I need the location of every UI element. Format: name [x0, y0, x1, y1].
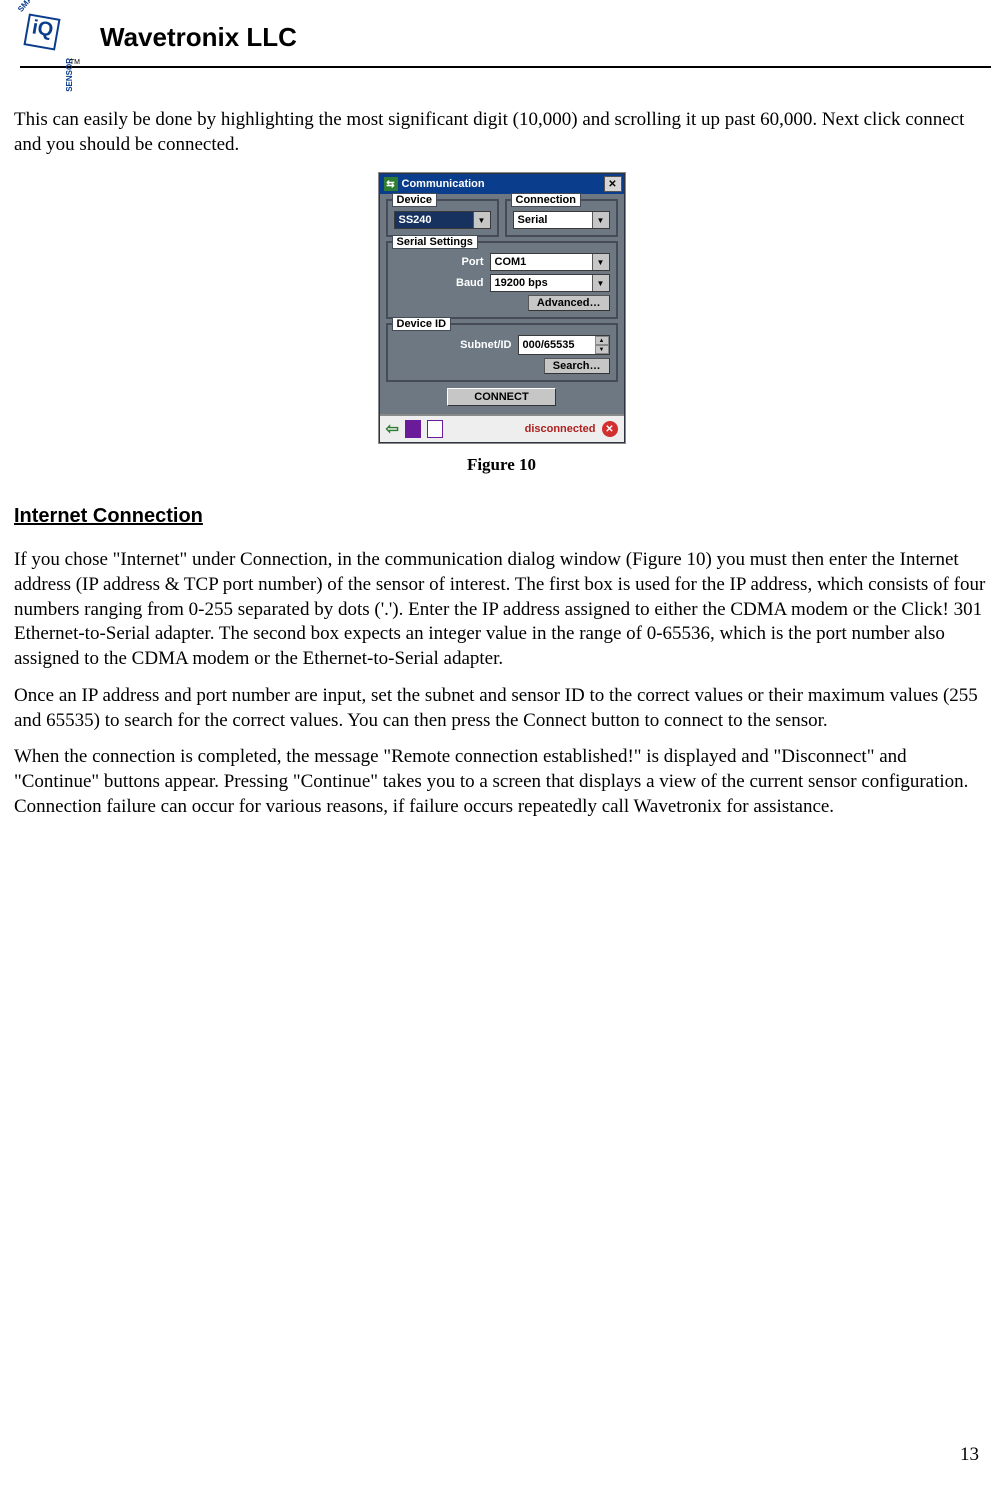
chevron-down-icon[interactable]: ▼ — [592, 212, 609, 228]
connection-value: Serial — [514, 214, 592, 226]
intro-paragraph: This can easily be done by highlighting … — [14, 108, 989, 157]
port-value: COM1 — [491, 256, 592, 268]
advanced-button[interactable]: Advanced… — [528, 295, 610, 311]
connection-group-title: Connection — [511, 193, 582, 207]
page-number: 13 — [960, 1444, 979, 1466]
company-name: Wavetronix LLC — [100, 22, 297, 53]
serial-group-title: Serial Settings — [392, 235, 478, 249]
connection-combo[interactable]: Serial ▼ — [513, 211, 610, 229]
statusbar-icon-1[interactable] — [405, 420, 421, 438]
port-combo[interactable]: COM1 ▼ — [490, 253, 610, 271]
logo-smart-text: SMART — [16, 0, 41, 14]
search-button[interactable]: Search… — [544, 358, 610, 374]
dialog-titlebar[interactable]: ⇆ Communication ✕ — [380, 174, 624, 194]
connect-button[interactable]: CONNECT — [447, 388, 555, 406]
port-label: Port — [462, 256, 484, 268]
statusbar-icon-2[interactable] — [427, 420, 443, 438]
connection-group: Connection Serial ▼ — [505, 199, 618, 237]
device-value: SS240 — [395, 214, 473, 226]
device-combo[interactable]: SS240 ▼ — [394, 211, 491, 229]
spin-down-icon[interactable]: ▼ — [595, 345, 609, 354]
dialog-statusbar: ⇦ disconnected ✕ — [380, 414, 624, 442]
smartsensor-logo: SMART iQ SENSOR TM — [20, 10, 70, 64]
subnet-label: Subnet/ID — [460, 339, 511, 351]
logo-iq-text: iQ — [30, 16, 55, 42]
subnet-id-spinner[interactable]: 000/65535 ▲ ▼ — [518, 335, 610, 355]
error-icon: ✕ — [602, 421, 618, 437]
figure-10: ⇆ Communication ✕ Device SS240 ▼ — [14, 173, 989, 443]
device-group-title: Device — [392, 193, 437, 207]
baud-combo[interactable]: 19200 bps ▼ — [490, 274, 610, 292]
device-group: Device SS240 ▼ — [386, 199, 499, 237]
figure-caption: Figure 10 — [14, 455, 989, 475]
device-id-group-title: Device ID — [392, 317, 452, 331]
back-arrow-icon[interactable]: ⇦ — [386, 419, 399, 439]
paragraph-2: Once an IP address and port number are i… — [14, 684, 989, 733]
communication-dialog: ⇆ Communication ✕ Device SS240 ▼ — [379, 173, 625, 443]
page-header: SMART iQ SENSOR TM Wavetronix LLC — [20, 10, 991, 68]
chevron-down-icon[interactable]: ▼ — [473, 212, 490, 228]
baud-label: Baud — [456, 277, 484, 289]
logo-tm-text: TM — [70, 59, 80, 66]
dialog-title-icon: ⇆ — [384, 177, 398, 191]
close-button[interactable]: ✕ — [604, 176, 622, 192]
serial-settings-group: Serial Settings Port COM1 ▼ Baud 19200 b — [386, 241, 618, 319]
paragraph-3: When the connection is completed, the me… — [14, 745, 989, 819]
baud-value: 19200 bps — [491, 277, 592, 289]
subnet-id-value: 000/65535 — [519, 336, 595, 354]
spin-up-icon[interactable]: ▲ — [595, 336, 609, 345]
chevron-down-icon[interactable]: ▼ — [592, 254, 609, 270]
paragraph-1: If you chose "Internet" under Connection… — [14, 548, 989, 671]
chevron-down-icon[interactable]: ▼ — [592, 275, 609, 291]
dialog-title: Communication — [402, 178, 485, 190]
section-heading-internet-connection: Internet Connection — [14, 505, 989, 528]
connection-status: disconnected — [525, 423, 596, 435]
device-id-group: Device ID Subnet/ID 000/65535 ▲ ▼ — [386, 323, 618, 382]
